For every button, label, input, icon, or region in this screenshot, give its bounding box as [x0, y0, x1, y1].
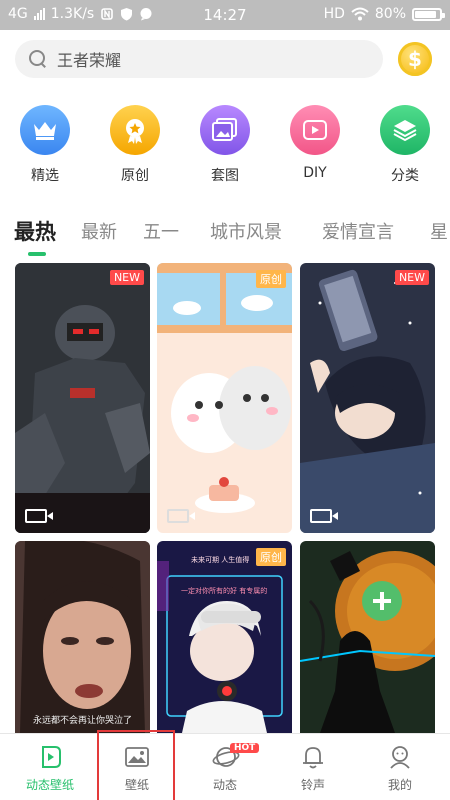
layers-icon: [380, 105, 430, 155]
tab-city-scenery[interactable]: 城市风景: [210, 218, 282, 244]
tab-love-declaration[interactable]: 爱情宣言: [322, 218, 394, 244]
tab-may-day[interactable]: 五一: [143, 218, 179, 244]
play-live-icon: [37, 744, 63, 770]
wallpaper-robot-image: [15, 263, 150, 533]
tab-newest[interactable]: 最新: [81, 218, 117, 244]
wallpaper-anime-boy-image: [300, 263, 435, 533]
wallpaper-silhouette-moon-image: [300, 541, 435, 733]
battery-icon: [412, 7, 445, 21]
new-badge: NEW: [394, 270, 429, 285]
wifi-icon: [351, 7, 369, 21]
category-label: 套图: [211, 168, 239, 184]
video-icon: [25, 509, 53, 523]
new-badge: NEW: [109, 270, 144, 285]
search-placeholder: 王者荣耀: [57, 51, 122, 70]
wallpaper-cute-cats-image: [157, 263, 292, 533]
wallpaper-card[interactable]: [300, 541, 435, 733]
wallpaper-card[interactable]: NEW: [300, 263, 435, 533]
highlight-box: [97, 730, 175, 800]
image-stack-icon: [200, 105, 250, 155]
search-icon: [29, 50, 47, 68]
star-badge-icon: [110, 105, 160, 155]
category-label: 分类: [391, 168, 419, 184]
category-original[interactable]: 原创: [100, 105, 170, 185]
category-classify[interactable]: 分类: [370, 105, 440, 185]
tab-hottest[interactable]: 最热: [14, 218, 56, 246]
tab-star[interactable]: 星: [430, 218, 448, 244]
wallpaper-card[interactable]: 原创: [157, 263, 292, 533]
wallpaper-card[interactable]: 未来可期 人生值得 一定对你所有的好 有专属的 原创: [157, 541, 292, 733]
original-badge: 原创: [256, 270, 286, 288]
category-label: 精选: [31, 168, 59, 184]
hot-badge: HOT: [230, 743, 260, 753]
nav-mine[interactable]: 我的: [355, 744, 445, 793]
video-icon: [167, 509, 195, 523]
bottom-nav: 动态壁纸 壁纸 动态 铃声 我的: [0, 733, 450, 800]
original-badge: 原创: [256, 548, 286, 566]
hd-indicator: HD: [323, 6, 345, 22]
bell-icon: [300, 744, 326, 770]
tab-indicator: [28, 252, 46, 256]
user-icon: [387, 744, 413, 770]
crown-icon: [20, 105, 70, 155]
wallpaper-caption: 永远都不会再让你哭泣了: [33, 716, 133, 726]
wallpaper-caption-top: 未来可期 人生值得: [191, 556, 250, 564]
category-label: 原创: [121, 168, 149, 184]
wallpaper-card[interactable]: 永远都不会再让你哭泣了: [15, 541, 150, 733]
category-sets[interactable]: 套图: [190, 105, 260, 185]
search-bar[interactable]: 王者荣耀: [15, 40, 383, 78]
tab-bar: 最热 最新 五一 城市风景 爱情宣言 星: [0, 218, 450, 258]
nav-label: 铃声: [300, 778, 325, 792]
status-bar: 4G 1.3K/s 14:27 HD 80%: [0, 0, 450, 30]
battery-percent: 80%: [374, 6, 406, 22]
nav-label: 我的: [387, 778, 412, 792]
category-label: DIY: [303, 165, 327, 181]
coin-icon[interactable]: $: [398, 42, 432, 76]
category-featured[interactable]: 精选: [10, 105, 80, 185]
wallpaper-crying-woman-image: [15, 541, 150, 733]
plus-icon[interactable]: [362, 581, 402, 621]
wallpaper-anime-headphones-image: [157, 541, 292, 733]
wallpaper-card[interactable]: NEW: [15, 263, 150, 533]
video-play-icon: [290, 105, 340, 155]
wallpaper-caption-mid: 一定对你所有的好 有专属的: [181, 587, 268, 595]
nav-label: 动态壁纸: [25, 778, 74, 792]
video-icon: [310, 509, 338, 523]
nav-ringtone[interactable]: 铃声: [268, 744, 358, 793]
category-row: 精选 原创 套图 DIY 分类: [0, 105, 450, 191]
nav-live-wallpaper[interactable]: 动态壁纸: [5, 744, 95, 793]
nav-label: 动态: [212, 778, 237, 792]
category-diy[interactable]: DIY: [280, 105, 350, 181]
